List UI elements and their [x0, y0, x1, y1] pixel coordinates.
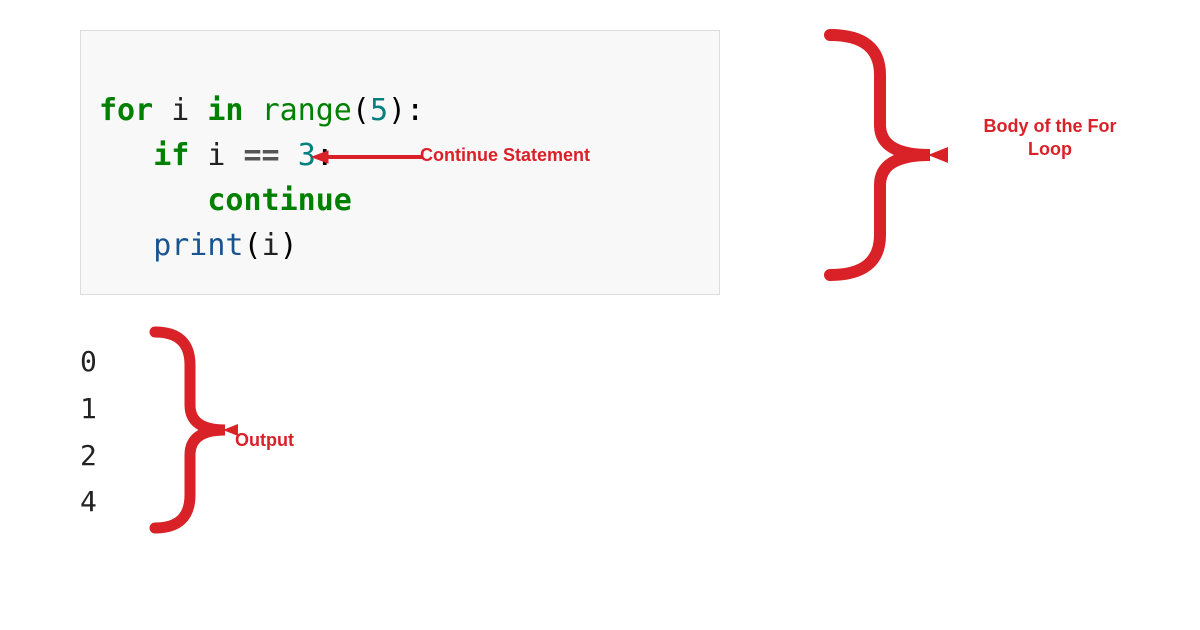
- paren-open: (: [352, 93, 370, 128]
- function-print: print: [153, 228, 243, 263]
- paren-close: ): [388, 93, 406, 128]
- variable-i: i: [207, 138, 225, 173]
- keyword-in: in: [207, 93, 243, 128]
- indent: [99, 138, 153, 173]
- keyword-continue: continue: [207, 183, 352, 218]
- brace-output: [140, 320, 240, 540]
- brace-body: [810, 25, 970, 285]
- output-line: 0: [80, 340, 97, 385]
- operator-eq: ==: [244, 138, 280, 173]
- annotation-body: Body of the For Loop: [980, 115, 1120, 162]
- output-line: 2: [80, 434, 97, 479]
- output-line: 4: [80, 480, 97, 525]
- keyword-for: for: [99, 93, 153, 128]
- builtin-range: range: [262, 93, 352, 128]
- annotation-continue: Continue Statement: [420, 145, 590, 166]
- annotation-output: Output: [235, 430, 294, 451]
- output-block: 0 1 2 4: [80, 340, 97, 527]
- colon: :: [406, 93, 424, 128]
- indent: [99, 228, 153, 263]
- number-5: 5: [370, 93, 388, 128]
- paren-close: ): [280, 228, 298, 263]
- paren-open: (: [244, 228, 262, 263]
- variable-i: i: [171, 93, 189, 128]
- output-line: 1: [80, 387, 97, 432]
- arrow-continue: [312, 148, 422, 166]
- keyword-if: if: [153, 138, 189, 173]
- indent: [99, 183, 207, 218]
- variable-i: i: [262, 228, 280, 263]
